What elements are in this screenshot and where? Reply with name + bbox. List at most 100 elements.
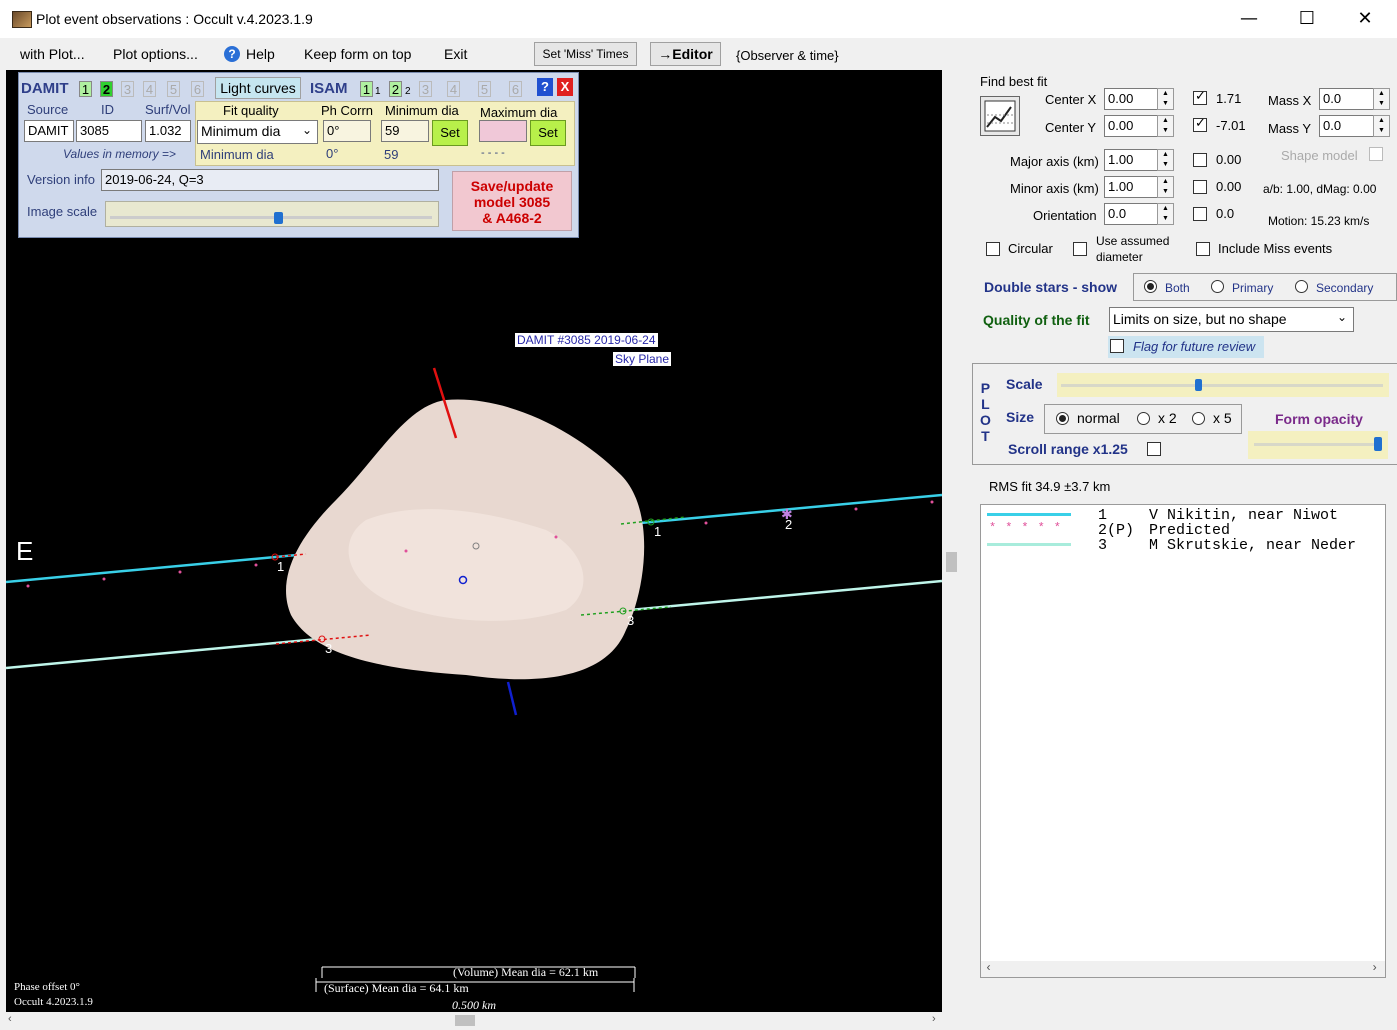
chk-center-x[interactable] bbox=[1193, 89, 1207, 105]
menu-exit[interactable]: Exit bbox=[444, 46, 467, 62]
orientation-spinner[interactable]: ▲ ▼ bbox=[1157, 203, 1174, 225]
scroll-left-icon[interactable]: ‹ bbox=[8, 1013, 12, 1025]
save-line1: Save/update bbox=[470, 178, 554, 194]
vertical-scroll-thumb[interactable] bbox=[946, 552, 957, 572]
size-x2-radio[interactable] bbox=[1137, 412, 1150, 425]
center-x-spinner[interactable]: ▲ ▼ bbox=[1157, 88, 1174, 110]
save-update-button[interactable]: Save/update model 3085 & A468-2 bbox=[452, 171, 572, 231]
mass-y-spinner[interactable]: ▲ ▼ bbox=[1373, 115, 1390, 137]
isam-model-4: 4 bbox=[447, 81, 460, 97]
size-x5-radio[interactable] bbox=[1192, 412, 1205, 425]
menu-with-plot[interactable]: with Plot... bbox=[20, 46, 85, 62]
circular-label: Circular bbox=[1008, 241, 1053, 256]
observer-legend[interactable]: 1 V Nikitin, near Niwot ***** 2(P) Predi… bbox=[980, 504, 1386, 978]
fit-quality-select[interactable]: Minimum dia bbox=[197, 120, 318, 144]
both-radio[interactable] bbox=[1144, 280, 1157, 293]
save-line2: model 3085 bbox=[473, 194, 551, 210]
chk-center-y[interactable] bbox=[1193, 116, 1207, 132]
legend-horizontal-scrollbar[interactable]: ‹ › bbox=[981, 961, 1385, 977]
ph-corrn-field[interactable]: 0° bbox=[323, 120, 371, 142]
include-miss-checkbox[interactable] bbox=[1196, 242, 1210, 256]
min-dia-label: Minimum dia bbox=[385, 103, 459, 118]
isam-model-1[interactable]: 1 bbox=[360, 81, 373, 97]
chevron-down-icon[interactable]: ⌄ bbox=[1337, 310, 1347, 324]
center-y-spinner[interactable]: ▲ ▼ bbox=[1157, 115, 1174, 137]
editor-button[interactable]: →Editor bbox=[650, 42, 721, 66]
observer-time-label[interactable]: {Observer & time} bbox=[736, 48, 839, 63]
phase-offset: Phase offset 0° bbox=[14, 981, 80, 993]
menu-plot-options[interactable]: Plot options... bbox=[113, 46, 198, 62]
chk-major[interactable] bbox=[1193, 153, 1207, 167]
horizontal-scroll-thumb[interactable] bbox=[455, 1015, 475, 1026]
plot-scale-thumb[interactable] bbox=[1195, 379, 1202, 391]
close-button[interactable]: ✕ bbox=[1343, 4, 1387, 34]
chevron-down-icon[interactable]: ⌄ bbox=[302, 123, 312, 137]
max-dia-field[interactable] bbox=[479, 120, 527, 142]
scroll-right-icon[interactable]: › bbox=[1371, 961, 1378, 975]
south-pole-arrow bbox=[506, 681, 518, 716]
set-min-dia-button[interactable]: Set bbox=[432, 120, 468, 146]
damit-panel: DAMIT 1 2 3 4 5 6 Light curves ISAM 1 1 … bbox=[18, 72, 579, 238]
surfvol-field[interactable]: 1.032 bbox=[145, 120, 191, 142]
center-y-field[interactable]: 0.00 bbox=[1104, 115, 1162, 137]
plot-scale-slider[interactable] bbox=[1057, 373, 1389, 397]
form-opacity-slider[interactable] bbox=[1248, 431, 1388, 459]
chord-label: 2 bbox=[785, 517, 793, 532]
set-miss-times-button[interactable]: Set 'Miss' Times bbox=[534, 42, 637, 66]
damit-model-1[interactable]: 1 bbox=[79, 81, 92, 97]
scroll-right-icon[interactable]: › bbox=[932, 1013, 936, 1025]
menu-keep-on-top[interactable]: Keep form on top bbox=[304, 46, 411, 62]
chk-center-y-value: -7.01 bbox=[1216, 118, 1246, 133]
center-x-field[interactable]: 0.00 bbox=[1104, 88, 1162, 110]
orientation-field[interactable]: 0.0 bbox=[1104, 203, 1162, 225]
chord-label: 1 bbox=[654, 524, 662, 539]
min-dia-field[interactable]: 59 bbox=[381, 120, 429, 142]
isam-model-2[interactable]: 2 bbox=[389, 81, 402, 97]
memory-min-dia: 59 bbox=[384, 147, 399, 162]
mass-y-field[interactable]: 0.0 bbox=[1319, 115, 1375, 137]
plot-horizontal-scrollbar[interactable]: ‹ › bbox=[6, 1012, 943, 1029]
id-field[interactable]: 3085 bbox=[76, 120, 142, 142]
both-label: Both bbox=[1165, 281, 1190, 295]
scroll-left-icon[interactable]: ‹ bbox=[985, 961, 992, 975]
chk-minor[interactable] bbox=[1193, 180, 1207, 194]
memory-ph-corrn: 0° bbox=[326, 146, 339, 161]
mass-x-field[interactable]: 0.0 bbox=[1319, 88, 1375, 110]
minor-axis-spinner[interactable]: ▲ ▼ bbox=[1157, 176, 1174, 198]
isam-sub-2: 2 bbox=[405, 86, 411, 97]
maximize-button[interactable]: ☐ bbox=[1285, 4, 1329, 34]
chk-orientation[interactable] bbox=[1193, 207, 1207, 221]
major-axis-spinner[interactable]: ▲ ▼ bbox=[1157, 149, 1174, 171]
plot-vertical-scrollbar[interactable] bbox=[943, 70, 960, 1012]
help-icon[interactable]: ? bbox=[224, 46, 240, 62]
flag-review-checkbox[interactable] bbox=[1110, 339, 1124, 353]
menu-help[interactable]: Help bbox=[246, 46, 275, 62]
ab-dmag-readout: a/b: 1.00, dMag: 0.00 bbox=[1263, 182, 1377, 196]
secondary-radio[interactable] bbox=[1295, 280, 1308, 293]
mass-x-spinner[interactable]: ▲ ▼ bbox=[1373, 88, 1390, 110]
chk-center-x-value: 1.71 bbox=[1216, 91, 1242, 106]
image-scale-thumb[interactable] bbox=[274, 212, 283, 224]
minor-axis-field[interactable]: 1.00 bbox=[1104, 176, 1162, 198]
legend-num: 3 bbox=[1098, 537, 1108, 554]
close-panel-icon[interactable]: X bbox=[557, 78, 573, 96]
circular-checkbox[interactable] bbox=[986, 242, 1000, 256]
light-curves-button[interactable]: Light curves bbox=[215, 77, 301, 99]
include-miss-label: Include Miss events bbox=[1218, 241, 1333, 256]
set-max-dia-button[interactable]: Set bbox=[530, 120, 566, 146]
primary-radio[interactable] bbox=[1211, 280, 1224, 293]
form-opacity-thumb[interactable] bbox=[1374, 437, 1382, 451]
damit-model-2[interactable]: 2 bbox=[100, 81, 113, 97]
version-info-field[interactable]: 2019-06-24, Q=3 bbox=[101, 169, 439, 191]
major-axis-field[interactable]: 1.00 bbox=[1104, 149, 1162, 171]
minimize-button[interactable]: — bbox=[1227, 4, 1271, 34]
find-best-fit-button[interactable] bbox=[980, 96, 1020, 136]
source-field[interactable]: DAMIT bbox=[24, 120, 74, 142]
quality-of-fit-select[interactable]: Limits on size, but no shape bbox=[1109, 307, 1354, 332]
assumed-diameter-checkbox[interactable] bbox=[1073, 242, 1087, 256]
size-normal-radio[interactable] bbox=[1056, 412, 1069, 425]
help-icon[interactable]: ? bbox=[537, 78, 553, 96]
image-scale-slider[interactable] bbox=[105, 201, 439, 227]
damit-model-4: 4 bbox=[143, 81, 156, 97]
scroll-range-checkbox[interactable] bbox=[1147, 442, 1161, 456]
